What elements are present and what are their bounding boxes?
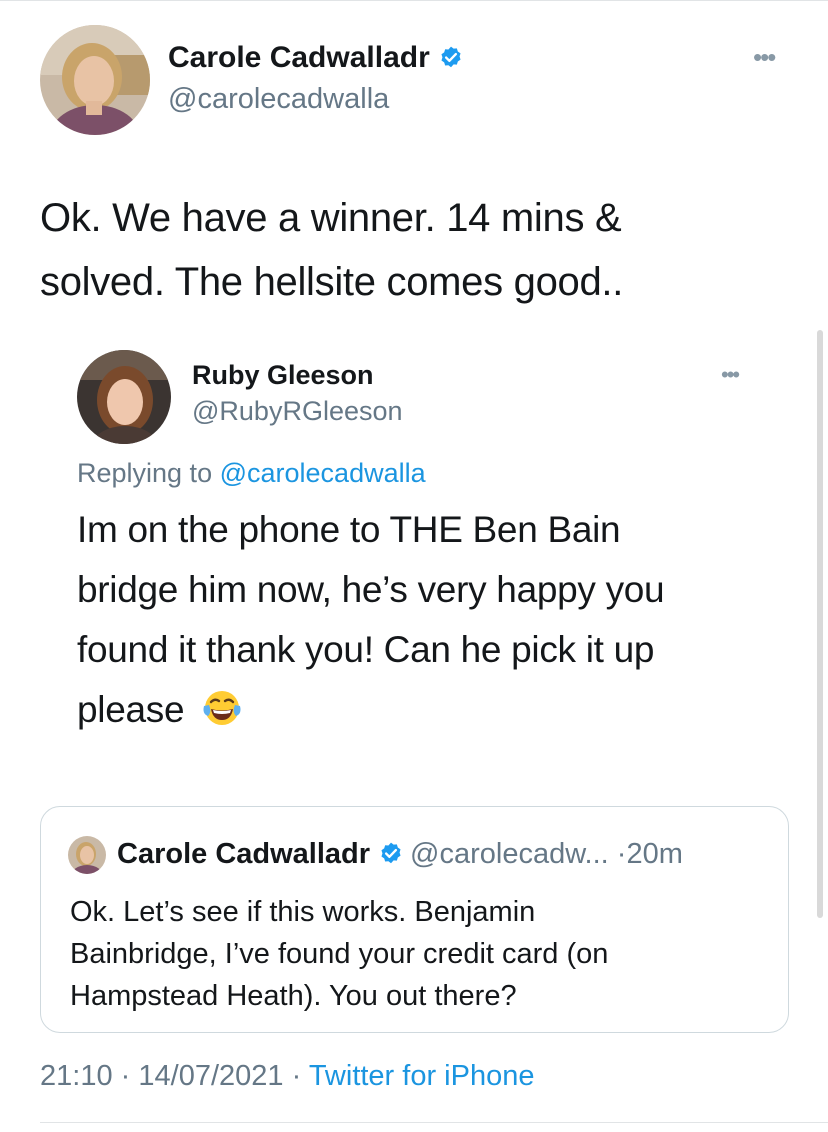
tears-of-joy-emoji-icon [202, 688, 242, 728]
reply-text-line: bridge him now, he’s very happy you [77, 569, 665, 610]
quoted-author-handle[interactable]: @carolecadw... [410, 838, 609, 870]
quoted-text-line: Hampstead Heath). You out there? [70, 980, 517, 1012]
quoted-tweet-text: Ok. Let’s see if this works. Benjamin Ba… [70, 891, 770, 1017]
reply-author-avatar-image [77, 350, 171, 444]
scrollbar[interactable] [817, 330, 823, 918]
top-divider [0, 0, 828, 1]
quoted-author-name[interactable]: Carole Cadwalladr [117, 838, 370, 870]
quoted-author-avatar[interactable] [68, 836, 106, 874]
author-name[interactable]: Carole Cadwalladr [168, 40, 464, 75]
reply-author-name[interactable]: Ruby Gleeson [192, 360, 374, 391]
replying-to-handle-link[interactable]: @carolecadwalla [220, 458, 426, 488]
meta-separator: · [291, 1060, 302, 1092]
quoted-text-line: Ok. Let’s see if this works. Benjamin [70, 896, 536, 928]
author-handle[interactable]: @carolecadwalla [168, 83, 389, 116]
tweet-metadata: 21:10 · 14/07/2021 · Twitter for iPhone [40, 1060, 534, 1093]
reply-text-line: found it thank you! Can he pick it up [77, 629, 655, 670]
reply-author-handle[interactable]: @RubyRGleeson [192, 396, 403, 427]
quoted-timestamp[interactable]: 20m [626, 838, 682, 870]
more-horizontal-icon[interactable]: ••• [753, 44, 776, 70]
reply-text-line-last: please [77, 680, 797, 740]
quoted-tweet-card[interactable]: Carole Cadwalladr @carolecadw... ·20m Ok… [40, 806, 789, 1033]
author-avatar[interactable] [40, 25, 150, 135]
meta-separator: · [120, 1060, 131, 1092]
verified-badge-icon [378, 841, 404, 867]
quoted-author-avatar-image [68, 836, 106, 874]
quoted-text-line: Bainbridge, I’ve found your credit card … [70, 938, 609, 970]
verified-badge-icon [438, 45, 464, 71]
replying-to-label: Replying to [77, 458, 213, 488]
author-name-text: Carole Cadwalladr [168, 41, 430, 75]
quoted-tweet-header: Carole Cadwalladr @carolecadw... ·20m [117, 837, 683, 871]
replying-to: Replying to @carolecadwalla [77, 458, 426, 489]
tweet-text-line: Ok. We have a winner. 14 mins & [40, 196, 622, 240]
reply-author-avatar[interactable] [77, 350, 171, 444]
reply-text: Im on the phone to THE Ben Bain bridge h… [77, 500, 797, 740]
author-avatar-image [40, 25, 150, 135]
reply-text-fragment: please [77, 689, 185, 730]
tweet-time[interactable]: 21:10 [40, 1060, 113, 1092]
more-horizontal-icon[interactable]: ••• [721, 364, 740, 386]
tweet-text: Ok. We have a winner. 14 mins & solved. … [40, 186, 760, 314]
tweet-source-link[interactable]: Twitter for iPhone [309, 1060, 535, 1092]
reply-text-line: Im on the phone to THE Ben Bain [77, 509, 621, 550]
tweet-date[interactable]: 14/07/2021 [138, 1060, 283, 1092]
tweet-text-line: solved. The hellsite comes good.. [40, 260, 624, 304]
bottom-divider [40, 1122, 828, 1123]
